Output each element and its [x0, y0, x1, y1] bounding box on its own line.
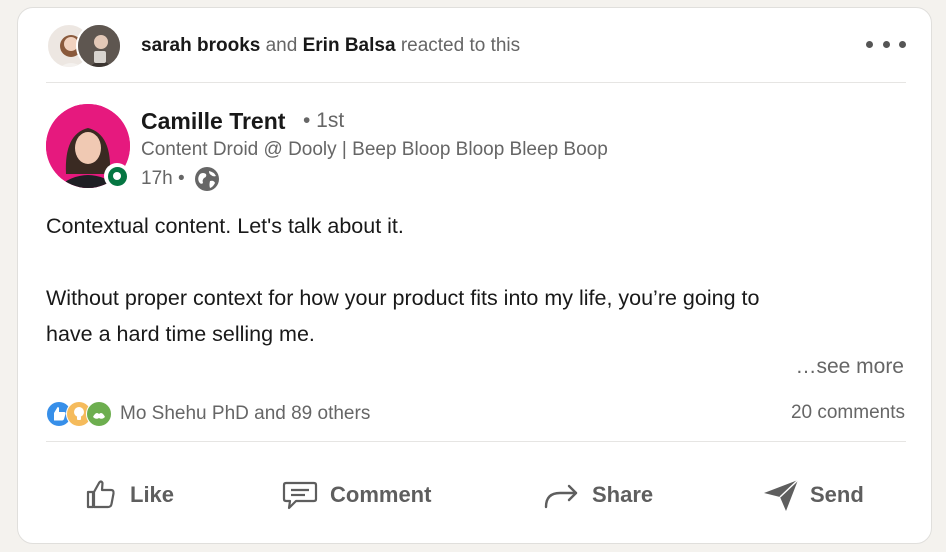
- post-body: Contextual content. Let's talk about it.…: [46, 208, 908, 352]
- author-name[interactable]: Camille Trent: [141, 108, 285, 135]
- comment-button[interactable]: Comment: [280, 461, 431, 529]
- see-more-button[interactable]: …see more: [795, 355, 904, 379]
- post-line: have a hard time selling me.: [46, 322, 315, 346]
- more-options-button[interactable]: [866, 32, 906, 56]
- actor-name-sarah-brooks[interactable]: sarah brooks: [141, 35, 260, 56]
- actions-divider: [46, 441, 906, 442]
- like-button[interactable]: Like: [84, 461, 174, 529]
- dot-icon: [866, 40, 873, 48]
- globe-icon: [194, 167, 219, 191]
- dot-icon: [899, 40, 906, 48]
- dot-icon: [882, 40, 890, 48]
- author-headline: Content Droid @ Dooly | Beep Bloop Bloop…: [141, 139, 608, 160]
- reactor-avatars[interactable]: [46, 21, 122, 71]
- social-activity-text: sarah brooks and Erin Balsa reacted to t…: [141, 35, 520, 57]
- share-label: Share: [592, 482, 654, 507]
- comment-icon: [282, 481, 318, 510]
- thumbs-up-icon: [86, 480, 115, 509]
- post-meta: 17h •: [141, 166, 220, 192]
- reactions-count-text[interactable]: Mo Shehu PhD and 89 others: [120, 403, 370, 425]
- online-status-icon: [104, 163, 130, 189]
- connection-degree: • 1st: [303, 109, 345, 132]
- social-activity-header: sarah brooks and Erin Balsa reacted to t…: [46, 18, 906, 73]
- support-icon: [86, 401, 112, 427]
- post-line: Contextual content. Let's talk about it.: [46, 214, 404, 238]
- send-label: Send: [810, 482, 864, 507]
- social-action-text: reacted to this: [400, 34, 521, 56]
- post-line: Without proper context for how your prod…: [46, 286, 760, 310]
- send-plane-icon: [764, 479, 799, 511]
- comment-label: Comment: [330, 482, 432, 507]
- like-label: Like: [130, 482, 175, 507]
- post-time: 17h •: [141, 168, 185, 189]
- reactions-summary[interactable]: Mo Shehu PhD and 89 others: [46, 400, 370, 428]
- actor-name-erin-balsa[interactable]: Erin Balsa: [303, 35, 396, 56]
- avatar-erin-balsa[interactable]: [76, 22, 122, 69]
- share-arrow-icon: [544, 484, 578, 509]
- reaction-icons: [46, 401, 114, 427]
- send-button[interactable]: Send: [762, 461, 864, 529]
- social-conjunction: and: [265, 34, 298, 56]
- post-actions-bar: Like Comment Share Send: [46, 461, 906, 529]
- comments-count-link[interactable]: 20 comments: [791, 402, 905, 424]
- share-button[interactable]: Share: [542, 461, 653, 529]
- header-divider: [46, 82, 906, 83]
- feed-post-card: sarah brooks and Erin Balsa reacted to t…: [17, 7, 932, 544]
